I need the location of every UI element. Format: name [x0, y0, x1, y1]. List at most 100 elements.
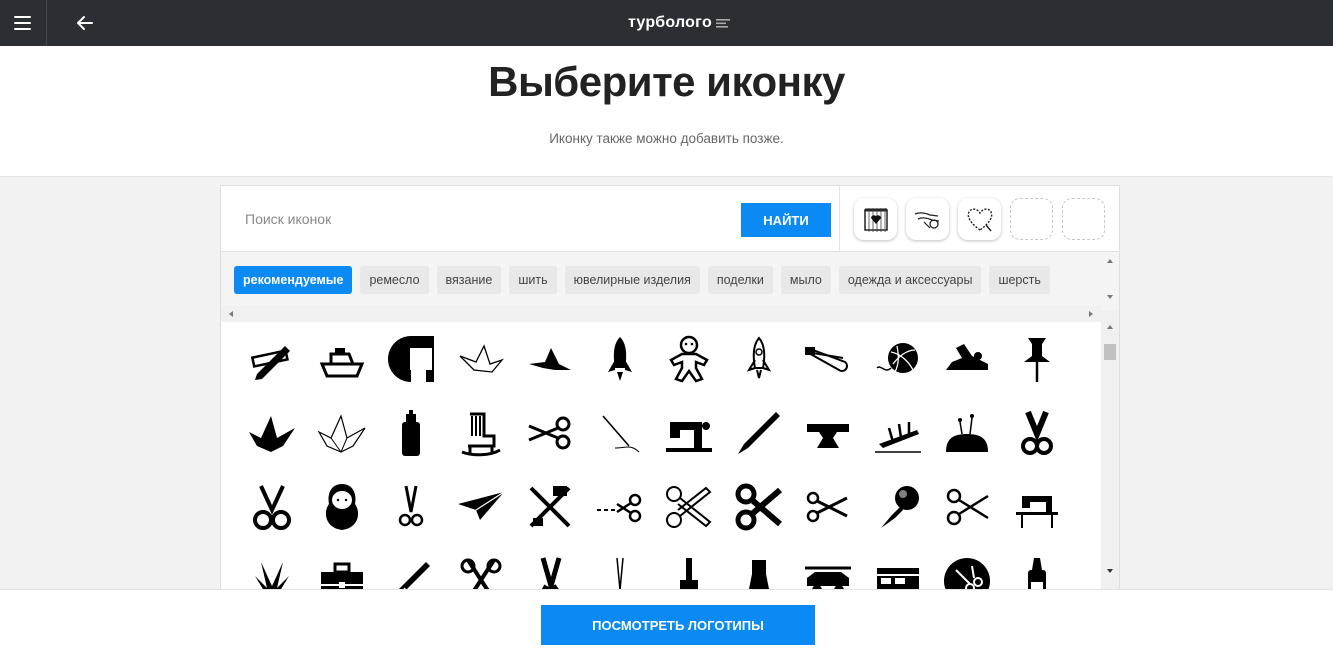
tag-2[interactable]: вязание: [436, 266, 502, 294]
icon-option-15[interactable]: [454, 406, 508, 460]
icon-option-12[interactable]: [245, 406, 299, 460]
icon-option-34[interactable]: [940, 480, 994, 534]
icon-option-2[interactable]: [384, 332, 438, 386]
tag-3[interactable]: шить: [509, 266, 557, 294]
page-header: Выберите иконку Иконку также можно добав…: [0, 46, 1333, 177]
scissors-icon: [528, 416, 571, 450]
scissors-small-icon: [806, 491, 848, 523]
tag-0[interactable]: рекомендуемые: [234, 266, 353, 294]
icon-option-38[interactable]: [384, 554, 438, 594]
icon-option-36[interactable]: [245, 554, 299, 594]
icon-option-27[interactable]: [454, 480, 508, 534]
selected-slot-1[interactable]: [854, 198, 897, 240]
icon-option-40[interactable]: [523, 554, 577, 594]
push-pin-icon: [1023, 338, 1050, 382]
scroll-down-arrow-icon[interactable]: [1101, 290, 1119, 304]
icon-option-44[interactable]: [801, 554, 855, 594]
icon-option-20[interactable]: [801, 406, 855, 460]
origami-bird-outline-icon: [459, 344, 504, 373]
tags-horizontal-scrollbar[interactable]: [221, 306, 1101, 322]
icon-option-37[interactable]: [315, 554, 369, 594]
icon-option-16[interactable]: [523, 406, 577, 460]
icon-option-21[interactable]: [871, 406, 925, 460]
icon-option-10[interactable]: [940, 332, 994, 386]
hamburger-menu-icon[interactable]: [6, 8, 38, 38]
scissors-outline-icon: [666, 486, 712, 528]
scroll-up-arrow-icon[interactable]: [1101, 320, 1119, 334]
icon-option-18[interactable]: [662, 406, 716, 460]
icon-option-11[interactable]: [1010, 332, 1064, 386]
icon-option-47[interactable]: [1010, 554, 1064, 594]
origami-crane-icon: [249, 416, 295, 452]
icon-option-30[interactable]: [662, 480, 716, 534]
icon-option-29[interactable]: [593, 480, 647, 534]
icons-vertical-scrollbar[interactable]: [1101, 310, 1119, 595]
icon-option-9[interactable]: [871, 332, 925, 386]
icon-option-24[interactable]: [245, 480, 299, 534]
anvil-icon: [807, 424, 849, 448]
tag-8[interactable]: шерсть: [989, 266, 1050, 294]
icon-option-19[interactable]: [732, 406, 786, 460]
tag-1[interactable]: ремесло: [360, 266, 429, 294]
icon-option-25[interactable]: [315, 480, 369, 534]
selected-slot-5[interactable]: [1062, 198, 1105, 240]
page-subtitle: Иконку также можно добавить позже.: [549, 131, 784, 146]
origami-crane-outline-icon: [316, 414, 365, 454]
arrow-left-icon[interactable]: [72, 10, 98, 36]
tag-6[interactable]: мыло: [780, 266, 831, 294]
icon-option-41[interactable]: [593, 554, 647, 594]
scroll-right-arrow-icon[interactable]: [1083, 306, 1099, 322]
icon-option-8[interactable]: [801, 332, 855, 386]
safety-pin-icon: [805, 347, 848, 372]
icon-option-39[interactable]: [454, 554, 508, 594]
sewing-machine-table-icon: [1015, 496, 1058, 528]
selected-slot-4[interactable]: [1010, 198, 1053, 240]
icon-option-23[interactable]: [1010, 406, 1064, 460]
yarn-ball-icon: [875, 343, 918, 373]
icon-option-7[interactable]: [732, 332, 786, 386]
icon-option-14[interactable]: [384, 406, 438, 460]
icon-option-28[interactable]: [523, 480, 577, 534]
icon-option-17[interactable]: [593, 406, 647, 460]
find-button[interactable]: НАЙТИ: [741, 203, 831, 237]
selected-slot-3[interactable]: [958, 198, 1001, 240]
sewing-hands-icon: [914, 212, 939, 229]
scissors-bold-icon: [735, 483, 782, 531]
icon-option-35[interactable]: [1010, 480, 1064, 534]
icon-option-43[interactable]: [732, 554, 786, 594]
icon-option-46[interactable]: [940, 554, 994, 594]
matryoshka-icon: [325, 484, 358, 530]
tags-vertical-scrollbar[interactable]: [1101, 252, 1119, 304]
scrollbar-thumb[interactable]: [1104, 344, 1116, 360]
icon-option-5[interactable]: [593, 332, 647, 386]
icon-option-45[interactable]: [871, 554, 925, 594]
tag-5[interactable]: поделки: [707, 266, 773, 294]
icon-option-31[interactable]: [732, 480, 786, 534]
view-logos-button[interactable]: ПОСМОТРЕТЬ ЛОГОТИПЫ: [541, 605, 815, 645]
icon-option-13[interactable]: [315, 406, 369, 460]
selected-slot-2[interactable]: [906, 198, 949, 240]
search-input[interactable]: [233, 203, 733, 235]
icon-option-0[interactable]: [245, 332, 299, 386]
icon-option-33[interactable]: [871, 480, 925, 534]
tag-7[interactable]: одежда и аксессуары: [838, 266, 982, 294]
small-scissors-icon: [398, 485, 424, 527]
icon-option-22[interactable]: [940, 406, 994, 460]
scroll-down-arrow-icon[interactable]: [1101, 564, 1119, 578]
icon-option-6[interactable]: [662, 332, 716, 386]
icon-option-32[interactable]: [801, 480, 855, 534]
scroll-up-arrow-icon[interactable]: [1101, 254, 1119, 268]
brand-logo[interactable]: турбологo: [628, 13, 732, 33]
footer-bar: ПОСМОТРЕТЬ ЛОГОТИПЫ: [0, 589, 1333, 653]
icon-option-4[interactable]: [523, 332, 577, 386]
icon-option-1[interactable]: [315, 332, 369, 386]
brand-lines-icon: [715, 19, 730, 28]
tag-4[interactable]: ювелирные изделия: [564, 266, 700, 294]
top-bar: турбологo: [0, 0, 1333, 46]
icon-option-26[interactable]: [384, 480, 438, 534]
scroll-left-arrow-icon[interactable]: [223, 306, 239, 322]
icon-option-3[interactable]: [454, 332, 508, 386]
icon-option-42[interactable]: [662, 554, 716, 594]
scissors-handles-icon: [1020, 410, 1053, 455]
pin-cushion-icon: [946, 414, 988, 452]
